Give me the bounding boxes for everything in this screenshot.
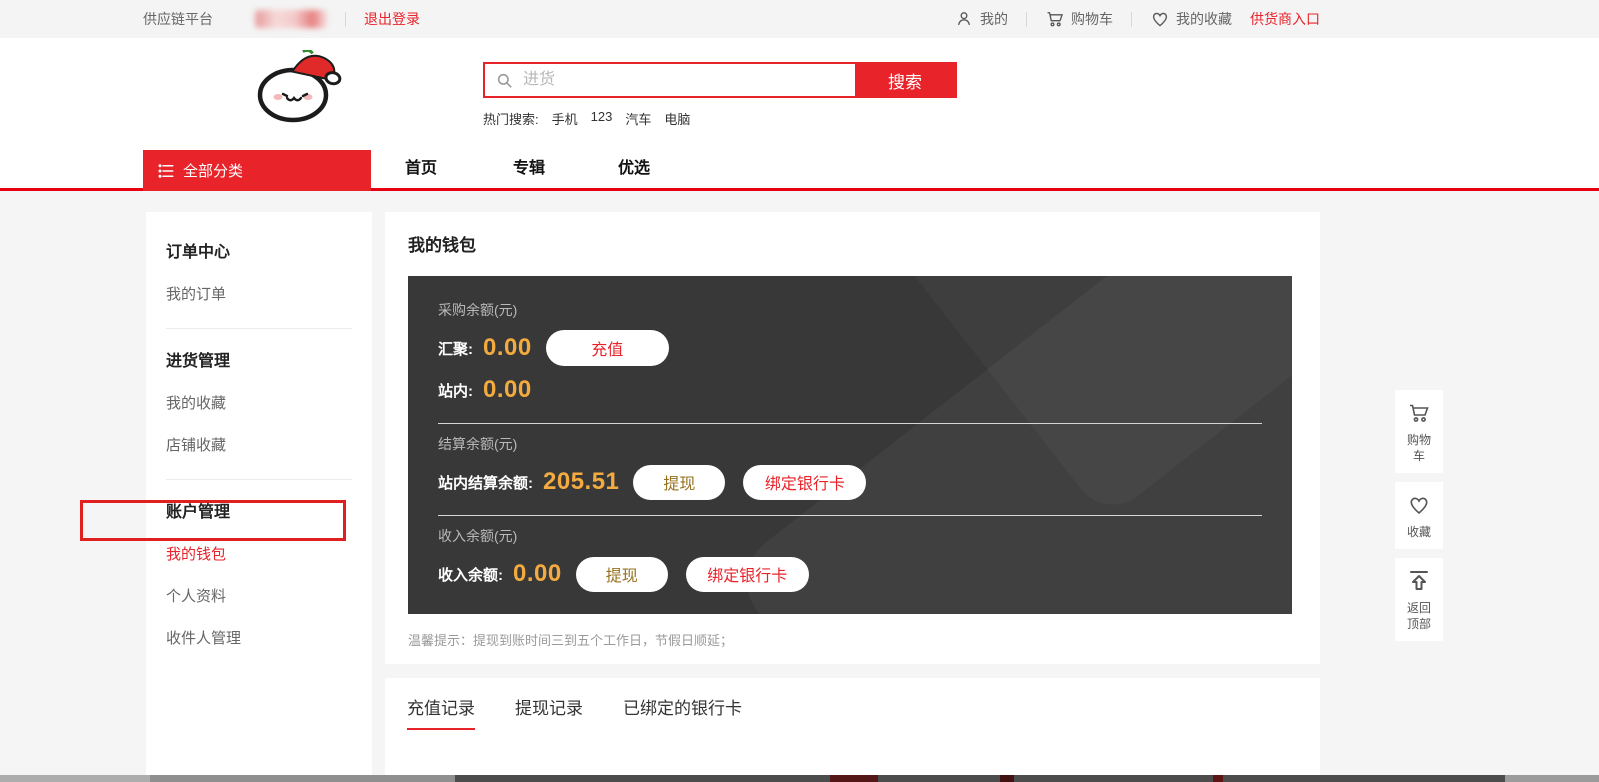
scrollbar-segment <box>1505 775 1599 782</box>
cart-label: 购物车 <box>1071 9 1113 29</box>
site-logo[interactable] <box>248 50 348 124</box>
scrollbar-segment <box>1213 775 1223 782</box>
sidebar-section-title-account: 账户管理 <box>166 498 352 522</box>
sidebar-item-my-orders[interactable]: 我的订单 <box>166 283 352 304</box>
sidebar-item-recipients[interactable]: 收件人管理 <box>166 627 352 648</box>
sidebar-section-title-purchase: 进货管理 <box>166 347 352 371</box>
cart-icon <box>1407 401 1431 425</box>
divider <box>438 423 1262 424</box>
divider <box>166 479 352 480</box>
username-redacted[interactable] <box>255 10 327 28</box>
balance-panel: 采购余额(元) 汇聚: 0.00 充值 站内: 0.00 结算余额(元) 站内结… <box>408 276 1292 614</box>
sidebar-item-my-favorites[interactable]: 我的收藏 <box>166 392 352 413</box>
heart-icon <box>1407 493 1431 517</box>
income-balance-label: 收入余额: <box>438 564 503 585</box>
tab-recharge-records[interactable]: 充值记录 <box>407 694 475 730</box>
site-balance-value: 0.00 <box>483 376 532 404</box>
favorites-link[interactable]: 我的收藏 <box>1150 9 1232 29</box>
settlement-balance-section-label: 结算余额(元) <box>438 434 1262 454</box>
divider <box>438 515 1262 516</box>
top-utility-bar: 供应链平台 退出登录 我的 购物车 我的收藏 供货商入口 <box>0 0 1599 38</box>
records-card: 充值记录 提现记录 已绑定的银行卡 <box>385 678 1320 775</box>
bottom-scrollbar[interactable] <box>0 775 1599 782</box>
hot-word[interactable]: 汽车 <box>625 109 651 128</box>
hot-word[interactable]: 手机 <box>552 109 578 128</box>
search-bar: 搜索 <box>483 62 957 98</box>
withdraw-button-income[interactable]: 提现 <box>576 557 668 592</box>
divider <box>166 328 352 329</box>
sidebar-item-profile[interactable]: 个人资料 <box>166 585 352 606</box>
hot-search-label: 热门搜索: <box>483 109 539 128</box>
my-account-link[interactable]: 我的 <box>954 9 1008 29</box>
all-categories-button[interactable]: 全部分类 <box>143 150 371 191</box>
scrollbar-segment <box>150 775 455 782</box>
logout-link[interactable]: 退出登录 <box>364 9 420 29</box>
menu-icon <box>157 162 175 180</box>
wallet-card: 我的钱包 采购余额(元) 汇聚: 0.00 充值 站内: 0.00 结算余额(元… <box>385 212 1320 664</box>
sidebar-section-title-orders: 订单中心 <box>166 238 352 262</box>
settlement-balance-value: 205.51 <box>543 468 619 496</box>
scrollbar-segment <box>455 775 1505 782</box>
withdraw-tip-text: 温馨提示：提现到账时间三到五个工作日，节假日顺延； <box>408 630 733 649</box>
scrollbar-segment <box>830 775 878 782</box>
records-tabs: 充值记录 提现记录 已绑定的银行卡 <box>407 694 1320 730</box>
divider <box>1026 12 1027 27</box>
scrollbar-segment <box>0 775 150 782</box>
bind-bank-card-button-settlement[interactable]: 绑定银行卡 <box>743 465 866 500</box>
platform-label: 供应链平台 <box>143 9 213 29</box>
float-favorite-button[interactable]: 收藏 <box>1395 482 1443 549</box>
divider <box>345 12 346 27</box>
main-nav: 全部分类 首页 专辑 优选 <box>0 150 1599 191</box>
hot-search-line: 热门搜索: 手机 123 汽车 电脑 <box>483 109 690 128</box>
huiju-balance-value: 0.00 <box>483 334 532 362</box>
purchase-balance-section-label: 采购余额(元) <box>438 300 1262 320</box>
search-icon <box>495 71 515 91</box>
withdraw-button-settlement[interactable]: 提现 <box>633 465 725 500</box>
cart-link[interactable]: 购物车 <box>1045 9 1113 29</box>
back-to-top-button[interactable]: 返回顶部 <box>1395 558 1443 641</box>
back-to-top-icon <box>1407 569 1431 593</box>
sidebar: 订单中心 我的订单 进货管理 我的收藏 店铺收藏 账户管理 我的钱包 个人资料 … <box>146 212 372 775</box>
divider <box>1131 12 1132 27</box>
hot-word[interactable]: 电脑 <box>664 109 690 128</box>
float-toolbar: 购物车 收藏 返回顶部 <box>1395 390 1443 650</box>
hot-word[interactable]: 123 <box>591 109 613 128</box>
tab-bound-bank-cards[interactable]: 已绑定的银行卡 <box>623 694 742 730</box>
topbar-left-group: 供应链平台 退出登录 <box>143 9 420 29</box>
huiju-balance-label: 汇聚: <box>438 338 473 359</box>
recharge-button[interactable]: 充值 <box>546 330 669 366</box>
supplier-entry-link[interactable]: 供货商入口 <box>1250 9 1320 29</box>
search-input[interactable] <box>485 64 855 96</box>
income-balance-section-label: 收入余额(元) <box>438 526 1262 546</box>
float-cart-label: 购物车 <box>1404 432 1434 464</box>
float-favorite-label: 收藏 <box>1404 524 1434 540</box>
sidebar-item-my-wallet[interactable]: 我的钱包 <box>166 543 352 564</box>
bind-bank-card-button-income[interactable]: 绑定银行卡 <box>686 557 809 592</box>
nav-item-best[interactable]: 优选 <box>618 150 650 188</box>
all-categories-label: 全部分类 <box>183 160 243 181</box>
nav-item-album[interactable]: 专辑 <box>513 150 545 188</box>
site-balance-label: 站内: <box>438 380 473 401</box>
favorites-label: 我的收藏 <box>1176 9 1232 29</box>
topbar-right-group: 我的 购物车 我的收藏 供货商入口 <box>954 9 1320 29</box>
back-to-top-label: 返回顶部 <box>1404 600 1434 632</box>
sidebar-item-shop-favorites[interactable]: 店铺收藏 <box>166 434 352 455</box>
page-title: 我的钱包 <box>408 231 476 256</box>
my-account-label: 我的 <box>980 9 1008 29</box>
income-balance-value: 0.00 <box>513 560 562 588</box>
scrollbar-segment <box>1000 775 1014 782</box>
search-button[interactable]: 搜索 <box>855 64 955 96</box>
cart-icon <box>1045 9 1065 29</box>
tab-withdraw-records[interactable]: 提现记录 <box>515 694 583 730</box>
nav-item-home[interactable]: 首页 <box>405 150 437 188</box>
settlement-balance-label: 站内结算余额: <box>438 472 533 493</box>
user-icon <box>954 9 974 29</box>
heart-icon <box>1150 9 1170 29</box>
float-cart-button[interactable]: 购物车 <box>1395 390 1443 473</box>
